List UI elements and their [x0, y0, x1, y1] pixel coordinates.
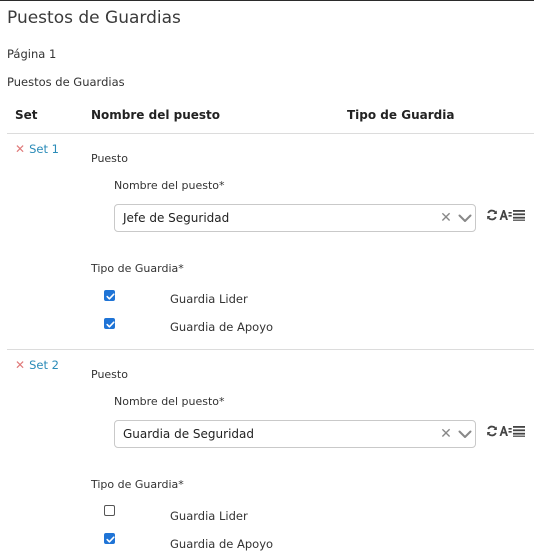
- tipo-guardia-label: Tipo de Guardia*: [91, 262, 184, 275]
- list-icon[interactable]: [513, 209, 525, 221]
- page-label: Página 1: [7, 47, 57, 61]
- set-divider: [7, 349, 534, 350]
- top-border: [0, 0, 534, 1]
- column-header-nombre: Nombre del puesto: [91, 108, 221, 122]
- nombre-puesto-value: Guardia de Seguridad: [123, 427, 254, 441]
- sort-alpha-icon[interactable]: [499, 425, 512, 437]
- list-icon[interactable]: [513, 425, 525, 437]
- option-label: Guardia Lider: [170, 509, 248, 523]
- page-title: Puestos de Guardias: [7, 8, 181, 28]
- column-header-set: Set: [15, 108, 38, 122]
- remove-set-link[interactable]: ✕ Set 1: [15, 142, 59, 156]
- column-header-tipo: Tipo de Guardia: [347, 108, 455, 122]
- close-icon[interactable]: ✕: [15, 143, 25, 155]
- nombre-puesto-label: Nombre del puesto*: [114, 179, 225, 192]
- tipo-guardia-label: Tipo de Guardia*: [91, 478, 184, 491]
- puesto-label: Puesto: [91, 152, 128, 165]
- puesto-label: Puesto: [91, 368, 128, 381]
- set-label: Set 2: [29, 358, 59, 372]
- sort-alpha-icon[interactable]: [499, 209, 512, 221]
- nombre-puesto-select[interactable]: Guardia de Seguridad ✕: [114, 420, 476, 448]
- option-label: Guardia de Apoyo: [170, 537, 274, 551]
- chevron-down-icon[interactable]: [455, 430, 475, 439]
- clear-icon[interactable]: ✕: [439, 426, 453, 442]
- field-tools: [486, 209, 525, 221]
- nombre-puesto-select[interactable]: Jefe de Seguridad ✕: [114, 204, 476, 232]
- refresh-icon[interactable]: [486, 425, 498, 437]
- refresh-icon[interactable]: [486, 209, 498, 221]
- header-divider: [7, 133, 534, 134]
- close-icon[interactable]: ✕: [15, 359, 25, 371]
- nombre-puesto-label: Nombre del puesto*: [114, 395, 225, 408]
- checkbox-guardia-lider[interactable]: [104, 290, 115, 301]
- option-label: Guardia Lider: [170, 292, 248, 306]
- nombre-puesto-value: Jefe de Seguridad: [123, 211, 230, 225]
- remove-set-link[interactable]: ✕ Set 2: [15, 358, 59, 372]
- clear-icon[interactable]: ✕: [439, 210, 453, 226]
- field-tools: [486, 425, 525, 437]
- checkbox-guardia-apoyo[interactable]: [104, 533, 115, 544]
- checkbox-guardia-apoyo[interactable]: [104, 318, 115, 329]
- section-title: Puestos de Guardias: [7, 75, 125, 89]
- option-label: Guardia de Apoyo: [170, 320, 274, 334]
- chevron-down-icon[interactable]: [455, 214, 475, 223]
- set-label: Set 1: [29, 142, 59, 156]
- checkbox-guardia-lider[interactable]: [104, 505, 115, 516]
